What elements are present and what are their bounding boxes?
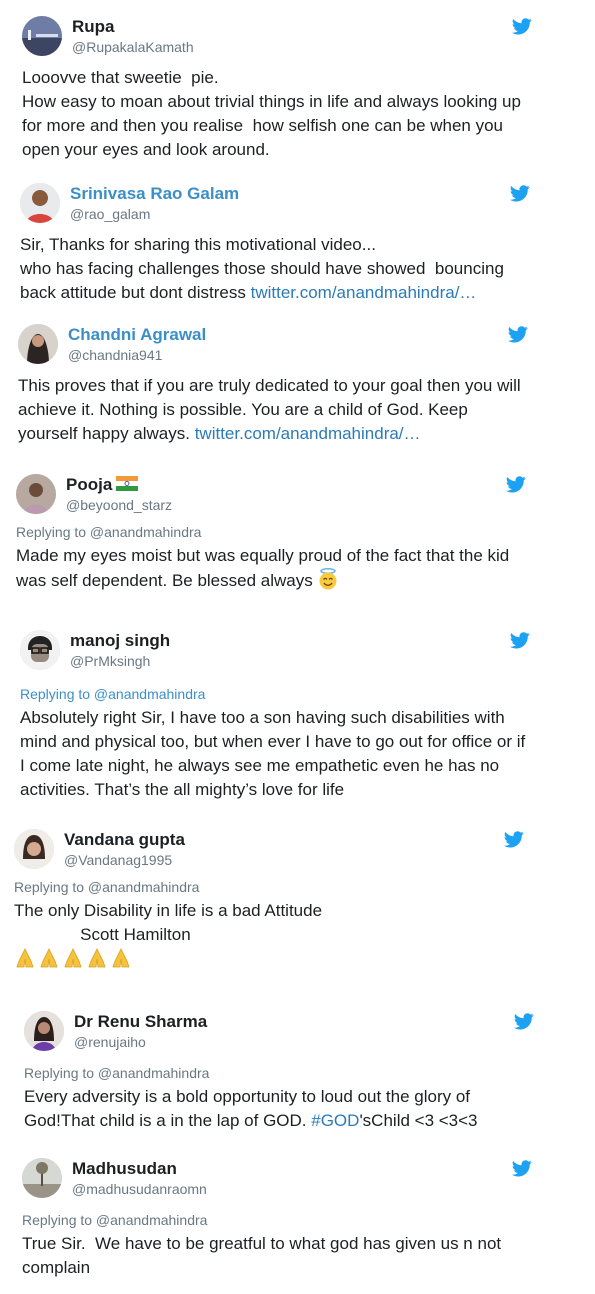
avatar[interactable] [20, 183, 60, 223]
user-handle[interactable]: @madhusudanraomn [72, 1179, 207, 1199]
user-handle[interactable]: @rao_galam [70, 204, 239, 224]
tweet-text: The only Disability in life is a bad Att… [14, 901, 323, 944]
tweet-text: Looovve that sweetie pie. How easy to mo… [22, 68, 521, 159]
user-handle[interactable]: @Vandanag1995 [64, 850, 185, 870]
reply-context[interactable]: Replying to @anandmahindra [20, 684, 530, 704]
avatar[interactable] [18, 324, 58, 364]
tweet-link[interactable]: twitter.com/anandmahindra/… [195, 424, 421, 443]
tweet-card[interactable]: Srinivasa Rao Galam @rao_galam Sir, Than… [20, 183, 530, 305]
user-name[interactable]: Vandana gupta [64, 830, 185, 850]
twitter-bird-icon[interactable] [508, 326, 528, 343]
tweet-card[interactable]: Dr Renu Sharma @renujaiho Replying to @a… [24, 1011, 534, 1133]
reply-context[interactable]: Replying to @anandmahindra [16, 522, 526, 542]
tweet-text-tail: 'sChild <3 <3<3 [359, 1111, 478, 1130]
user-name[interactable]: Chandni Agrawal [68, 325, 206, 345]
tweet-card[interactable]: Chandni Agrawal @chandnia941 This proves… [18, 324, 528, 446]
reply-context[interactable]: Replying to @anandmahindra [24, 1063, 534, 1083]
user-handle[interactable]: @renujaiho [74, 1032, 207, 1052]
user-handle[interactable]: @beyoond_starz [66, 495, 172, 515]
tweet-feed: { "tweets": [ { "name": "Rupa", "handle"… [0, 0, 595, 1294]
hashtag-link[interactable]: #GOD [311, 1111, 359, 1130]
tweet-text: True Sir. We have to be greatful to what… [22, 1234, 506, 1277]
tweet-text: Made my eyes moist but was equally proud… [16, 546, 514, 590]
tweet-card[interactable]: Rupa @RupakalaKamath Looovve that sweeti… [22, 16, 532, 162]
tweet-link[interactable]: twitter.com/anandmahindra/… [251, 283, 477, 302]
tweet-card[interactable]: Vandana gupta @Vandanag1995 Replying to … [14, 829, 524, 971]
india-flag-icon [116, 476, 139, 491]
tweet-card[interactable]: Pooja @beyoond_starz Replying to @anandm… [16, 474, 526, 593]
twitter-bird-icon[interactable] [506, 476, 526, 493]
user-name[interactable]: Pooja [66, 475, 172, 495]
tweet-card[interactable]: manoj singh @PrMksingh Replying to @anan… [20, 630, 530, 802]
avatar[interactable] [20, 630, 60, 670]
twitter-bird-icon[interactable] [512, 1160, 532, 1177]
user-name[interactable]: Rupa [72, 17, 194, 37]
avatar[interactable] [22, 1158, 62, 1198]
twitter-bird-icon[interactable] [504, 831, 524, 848]
tweet-text: Absolutely right Sir, I have too a son h… [20, 708, 530, 799]
twitter-bird-icon[interactable] [514, 1013, 534, 1030]
user-handle[interactable]: @chandnia941 [68, 345, 206, 365]
folded-hands-emoji-row [14, 947, 524, 971]
avatar[interactable] [14, 829, 54, 869]
avatar[interactable] [22, 16, 62, 56]
user-name[interactable]: Srinivasa Rao Galam [70, 184, 239, 204]
avatar[interactable] [16, 474, 56, 514]
user-name[interactable]: manoj singh [70, 631, 170, 651]
folded-hands-icon [16, 948, 130, 968]
user-handle[interactable]: @RupakalaKamath [72, 37, 194, 57]
twitter-bird-icon[interactable] [512, 18, 532, 35]
avatar[interactable] [24, 1011, 64, 1051]
user-name[interactable]: Dr Renu Sharma [74, 1012, 207, 1032]
tweet-card[interactable]: Madhusudan @madhusudanraomn Replying to … [22, 1158, 532, 1280]
smiling-face-with-halo-icon [319, 568, 337, 590]
twitter-bird-icon[interactable] [510, 632, 530, 649]
user-name[interactable]: Madhusudan [72, 1159, 207, 1179]
user-handle[interactable]: @PrMksingh [70, 651, 170, 671]
reply-context[interactable]: Replying to @anandmahindra [22, 1210, 532, 1230]
twitter-bird-icon[interactable] [510, 185, 530, 202]
reply-context[interactable]: Replying to @anandmahindra [14, 877, 524, 897]
